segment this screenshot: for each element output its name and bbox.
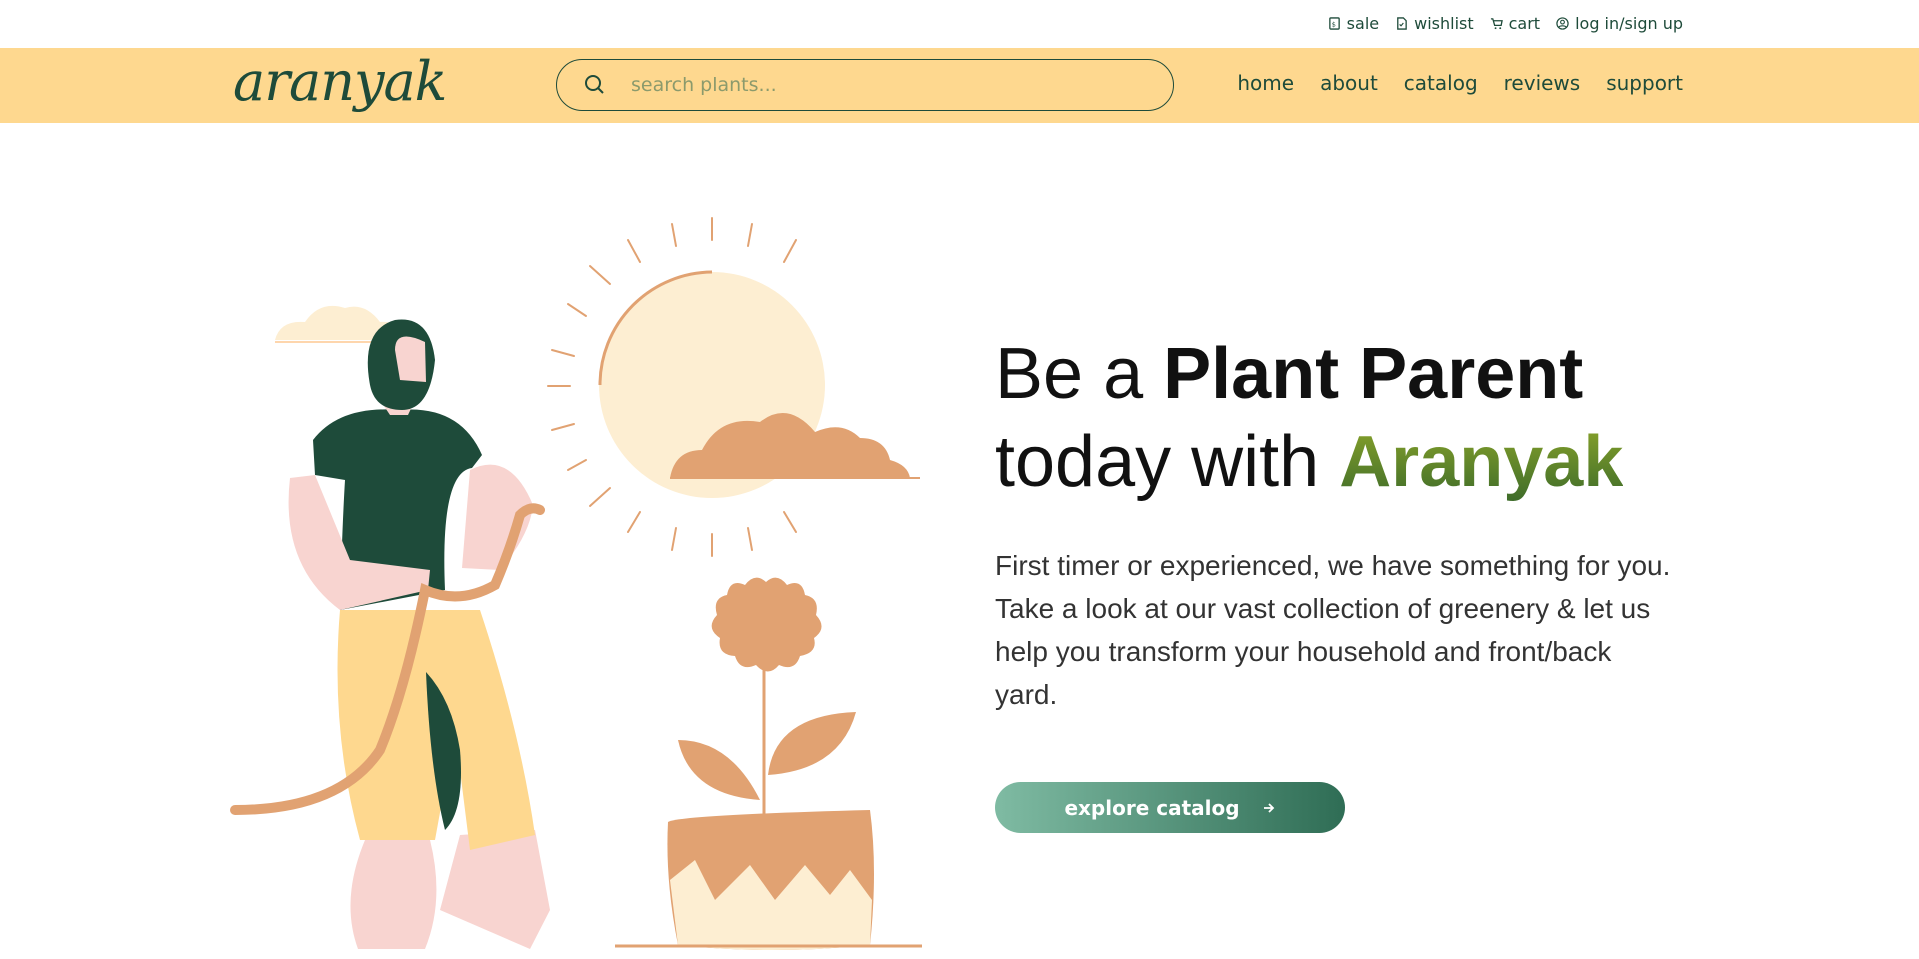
search-bar[interactable] [556, 59, 1174, 111]
cart-link[interactable]: cart [1490, 14, 1540, 33]
flower-leaf-left [678, 740, 760, 800]
headline-line1-plain: Be a [995, 334, 1164, 414]
hero-illustration [230, 217, 922, 950]
hero-headline: Be a Plant Parent today with Aranyak [995, 330, 1695, 506]
main-nav: home about catalog reviews support [1237, 71, 1683, 95]
logo[interactable]: aranyak [233, 50, 447, 113]
login-label: log in/sign up [1575, 14, 1683, 33]
user-icon [1556, 17, 1569, 30]
nav-about[interactable]: about [1320, 71, 1378, 95]
cart-icon [1490, 18, 1503, 30]
headline-plant-parent: Plant Parent [1163, 334, 1584, 414]
navbar: aranyak home about catalog reviews suppo… [0, 48, 1919, 123]
nav-home[interactable]: home [1237, 71, 1294, 95]
login-link[interactable]: log in/sign up [1556, 14, 1683, 33]
hero-subtext: First timer or experienced, we have some… [995, 550, 1671, 710]
nav-support[interactable]: support [1606, 71, 1683, 95]
explore-catalog-button[interactable]: explore catalog [995, 782, 1345, 833]
svg-text:$: $ [1331, 20, 1335, 28]
headline-brand-name: Aranyak [1339, 422, 1624, 502]
arrow-right-icon [1263, 802, 1274, 813]
search-input[interactable] [631, 74, 1131, 96]
cart-label: cart [1508, 14, 1541, 33]
flower-head [711, 577, 822, 672]
wishlist-link[interactable]: wishlist [1395, 14, 1474, 33]
utility-links: $ sale wishlist cart log in/sign up [1328, 14, 1683, 33]
sale-link[interactable]: $ sale [1328, 14, 1379, 33]
sale-tag-icon: $ [1328, 17, 1340, 30]
nav-catalog[interactable]: catalog [1404, 71, 1478, 95]
nav-reviews[interactable]: reviews [1504, 71, 1581, 95]
utility-bar: $ sale wishlist cart log in/sign up [0, 0, 1919, 48]
headline-line2-plain: today with [995, 422, 1340, 502]
flower-leaf-right [768, 712, 856, 775]
sale-label: sale [1346, 14, 1380, 33]
wishlist-icon [1397, 17, 1407, 30]
wishlist-label: wishlist [1414, 14, 1474, 33]
hero-text: Be a Plant Parent today with Aranyak Fir… [995, 330, 1695, 716]
search-icon [585, 75, 604, 94]
cta-label: explore catalog [1064, 795, 1240, 820]
